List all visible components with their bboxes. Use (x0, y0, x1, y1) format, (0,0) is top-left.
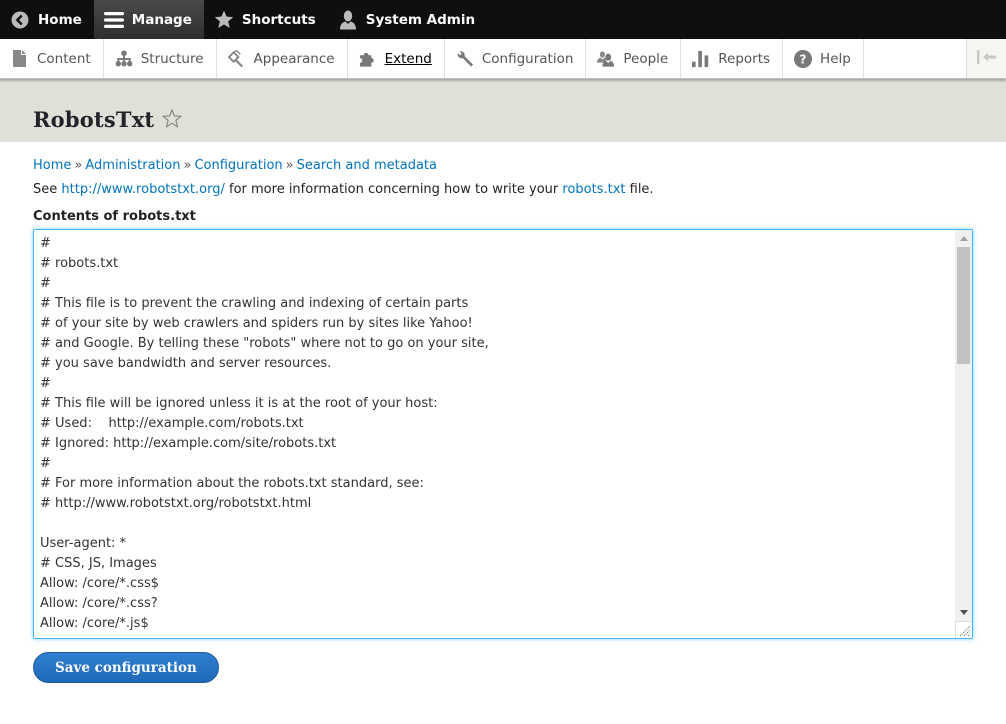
textarea-line: # Ignored: http://example.com/site/robot… (40, 436, 337, 451)
people-icon (597, 50, 615, 68)
back-circle-icon (10, 10, 30, 30)
textarea-line: Allow: /core/*.css? (40, 596, 158, 611)
main-content: Home» Administration» Configuration» Search… (0, 158, 1006, 683)
tray-item-content[interactable]: Content (0, 39, 104, 78)
breadcrumb-administration[interactable]: Administration (85, 158, 180, 173)
textarea-line: # robots.txt (40, 256, 119, 271)
breadcrumb-configuration[interactable]: Configuration (194, 158, 282, 173)
page-title: RobotsTxt (33, 107, 155, 132)
collapse-arrow-icon (976, 49, 997, 68)
tray-item-extend[interactable]: Extend (348, 39, 445, 78)
tray-item-label: Extend (384, 50, 432, 67)
textarea-line: # For more information about the robots.… (40, 476, 424, 491)
bar-chart-icon (692, 50, 710, 68)
save-configuration-button[interactable]: Save configuration (33, 652, 219, 683)
textarea-line: Allow: /core/*.js$ (40, 616, 149, 631)
breadcrumb-separator: » (183, 158, 192, 173)
tray-spacer (864, 39, 966, 78)
help-icon: ? (794, 49, 813, 68)
textarea-line: # (40, 236, 51, 251)
help-middle: for more information concerning how to w… (224, 182, 563, 197)
toolbar-home-label: Home (38, 11, 82, 28)
scroll-up-arrow-icon[interactable] (955, 230, 972, 247)
robotstxt-org-link[interactable]: http://www.robotstxt.org/ (61, 182, 224, 197)
star-icon (214, 10, 234, 30)
breadcrumb-search-metadata[interactable]: Search and metadata (297, 158, 437, 173)
help-prefix: See (33, 182, 62, 197)
admin-toolbar: Home Manage Shortcuts System Admin (0, 0, 1006, 39)
robots-txt-textarea[interactable]: # # robots.txt # # This file is to prevent … (33, 229, 973, 639)
textarea-line: # you save bandwidth and server resource… (40, 356, 332, 371)
tray-item-label: Content (37, 50, 91, 67)
favorite-star-icon[interactable] (162, 108, 183, 132)
textarea-line: # (40, 376, 51, 391)
help-suffix: file. (625, 182, 654, 197)
tray-item-label: Appearance (253, 50, 335, 67)
textarea-line: # This file will be ignored unless it is… (40, 396, 438, 411)
paint-icon (227, 49, 246, 68)
file-icon (11, 50, 29, 68)
tray-item-structure[interactable]: Structure (104, 39, 217, 78)
tray-item-appearance[interactable]: Appearance (217, 39, 348, 78)
textarea-line: Allow: /core/*.css$ (40, 576, 160, 591)
user-icon (338, 10, 358, 30)
toolbar-home[interactable]: Home (0, 0, 94, 39)
textarea-line (40, 514, 952, 534)
wrench-icon (456, 50, 474, 68)
svg-text:?: ? (800, 52, 807, 66)
toolbar-manage[interactable]: Manage (93, 0, 204, 39)
tray-orientation-toggle[interactable] (966, 39, 1006, 78)
textarea-line: # and Google. By telling these "robots" … (40, 336, 489, 351)
tray-item-help[interactable]: ? Help (783, 39, 864, 78)
toolbar-manage-label: Manage (131, 11, 192, 28)
toolbar-shortcuts-label: Shortcuts (241, 11, 316, 28)
scrollbar-thumb[interactable] (957, 247, 970, 364)
tray-item-label: People (623, 50, 669, 67)
hamburger-icon (103, 10, 124, 30)
robots-txt-link[interactable]: robots.txt (562, 182, 625, 197)
help-text: See http://www.robotstxt.org/ for more i… (33, 182, 973, 197)
textarea-scrollbar[interactable] (955, 230, 972, 621)
tray-item-label: Reports (718, 50, 771, 67)
tray-item-people[interactable]: People (586, 39, 682, 78)
tray-item-label: Configuration (481, 50, 574, 67)
textarea-line: User-agent: * (40, 536, 127, 551)
breadcrumb-home[interactable]: Home (33, 158, 71, 173)
textarea-content[interactable]: # # robots.txt # # This file is to prevent … (40, 234, 952, 634)
toolbar-user-label: System Admin (365, 11, 476, 28)
breadcrumb-separator: » (74, 158, 83, 173)
sitemap-icon (115, 50, 133, 68)
page-header: RobotsTxt (0, 79, 1006, 142)
textarea-line: # This file is to prevent the crawling a… (40, 296, 469, 311)
tray-item-reports[interactable]: Reports (681, 39, 784, 78)
toolbar-shortcuts[interactable]: Shortcuts (204, 0, 328, 39)
tray-item-label: Structure (140, 50, 204, 67)
textarea-line: # (40, 276, 51, 291)
tray-item-label: Help (820, 50, 851, 67)
breadcrumb-separator: » (285, 158, 294, 173)
textarea-line: # of your site by web crawlers and spide… (40, 316, 473, 331)
puzzle-icon (359, 50, 377, 68)
robots-txt-label: Contents of robots.txt (33, 209, 196, 224)
textarea-line: # http://www.robotstxt.org/robotstxt.htm… (40, 496, 312, 511)
breadcrumb: Home» Administration» Configuration» Search… (33, 158, 973, 173)
resize-grip-icon[interactable] (955, 621, 972, 638)
textarea-line: # CSS, JS, Images (40, 556, 157, 571)
textarea-line: # (40, 456, 51, 471)
textarea-line: # Used: http://example.com/robots.txt (40, 416, 304, 431)
admin-tray: Content Structure Appearance Extend Conf… (0, 39, 1006, 79)
toolbar-user[interactable]: System Admin (328, 0, 487, 39)
scroll-down-arrow-icon[interactable] (955, 604, 972, 621)
tray-item-configuration[interactable]: Configuration (445, 39, 587, 78)
